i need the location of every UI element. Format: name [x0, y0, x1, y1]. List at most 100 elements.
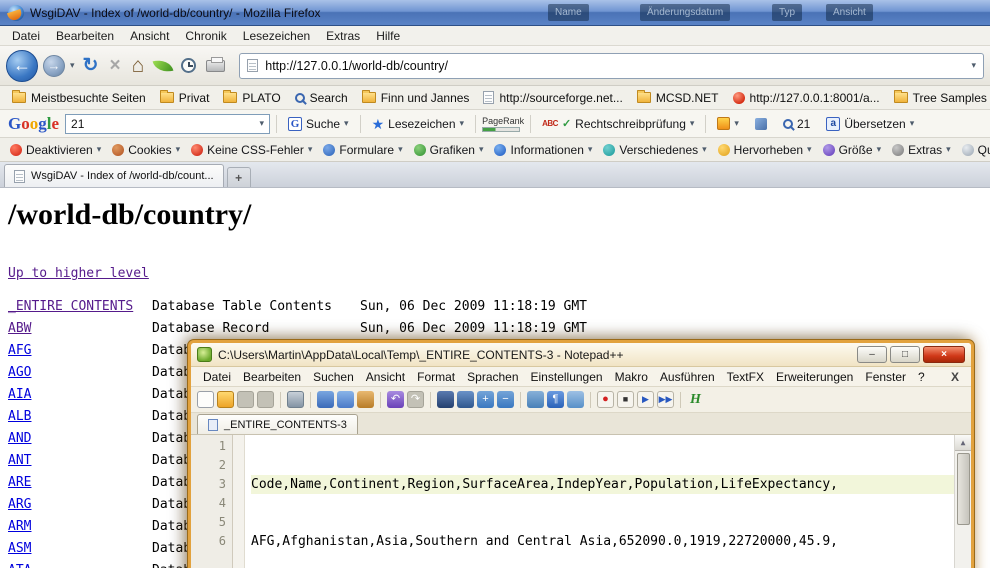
pagerank-indicator[interactable]: PageRank	[482, 116, 524, 132]
maximize-button[interactable]: □	[890, 346, 920, 363]
np-menu-einstellungen[interactable]: Einstellungen	[525, 369, 609, 385]
editor-area[interactable]: 1 2 3 4 5 6 Code,Name,Continent,Region,S…	[191, 435, 971, 568]
home-button[interactable]: ⌂	[129, 55, 148, 76]
bookmark-mcsd-net[interactable]: MCSD.NET	[631, 89, 725, 107]
entry-link[interactable]: ARM	[8, 516, 31, 538]
webdev-hervorheben[interactable]: Hervorheben ▾	[713, 141, 817, 159]
np-menu-fenster[interactable]: Fenster	[859, 369, 912, 385]
entry-link[interactable]: ARG	[8, 494, 31, 516]
save-all-icon[interactable]	[257, 391, 274, 408]
stop-macro-icon[interactable]: ■	[617, 391, 634, 408]
entry-link[interactable]: ARE	[8, 472, 31, 494]
entry-link[interactable]: AGO	[8, 362, 31, 384]
menu-extras[interactable]: Extras	[318, 27, 368, 45]
tab-wsgidav-index[interactable]: WsgiDAV - Index of /world-db/count...	[4, 164, 224, 187]
copy-icon[interactable]	[337, 391, 354, 408]
close-document-x[interactable]: X	[945, 370, 965, 384]
webdev-groesse[interactable]: Größe ▾	[818, 141, 887, 159]
text-content[interactable]: Code,Name,Continent,Region,SurfaceArea,I…	[245, 435, 954, 568]
menu-hilfe[interactable]: Hilfe	[368, 27, 408, 45]
url-bar[interactable]: http://127.0.0.1/world-db/country/ ▾	[239, 53, 984, 79]
entry-link[interactable]: ABW	[8, 318, 31, 340]
np-menu-textfx[interactable]: TextFX	[721, 369, 770, 385]
entry-link[interactable]: ATA	[8, 560, 31, 568]
np-menu-help[interactable]: ?	[912, 369, 931, 385]
zoom-out-icon[interactable]: −	[497, 391, 514, 408]
entry-link[interactable]: ALB	[8, 406, 31, 428]
print-icon[interactable]	[206, 60, 225, 72]
webdev-formulare[interactable]: Formulare ▾	[318, 141, 407, 159]
search-dropdown-icon[interactable]: ▾	[259, 118, 264, 129]
textfx-icon[interactable]: H	[687, 391, 704, 408]
entry-link[interactable]: ANT	[8, 450, 31, 472]
google-search-button[interactable]: G Suche ▾	[283, 115, 354, 133]
menu-ansicht[interactable]: Ansicht	[122, 27, 177, 45]
minimize-button[interactable]: –	[857, 346, 887, 363]
forward-button[interactable]: →	[43, 55, 65, 77]
open-file-icon[interactable]	[217, 391, 234, 408]
indent-guide-icon[interactable]	[567, 391, 584, 408]
webdev-informationen[interactable]: Informationen ▾	[489, 141, 597, 159]
reload-button[interactable]: ↻	[80, 56, 102, 75]
history-clock-icon[interactable]	[181, 58, 196, 73]
bookmark-plato[interactable]: PLATO	[217, 89, 286, 107]
translate-button[interactable]: a Übersetzen ▾	[821, 115, 919, 133]
np-menu-makro[interactable]: Makro	[609, 369, 654, 385]
play-macro-icon[interactable]: ▶	[637, 391, 654, 408]
replace-icon[interactable]	[457, 391, 474, 408]
bookmark-meistbesuchte-seiten[interactable]: Meistbesuchte Seiten	[6, 89, 152, 107]
scrollbar-thumb[interactable]	[957, 453, 970, 525]
new-tab-button[interactable]: +	[227, 167, 251, 187]
url-text[interactable]: http://127.0.0.1/world-db/country/	[265, 59, 448, 73]
webdev-css-fehler[interactable]: Keine CSS-Fehler ▾	[186, 141, 317, 159]
menu-lesezeichen[interactable]: Lesezeichen	[235, 27, 318, 45]
menu-chronik[interactable]: Chronik	[177, 27, 234, 45]
entry-link[interactable]: AIA	[8, 384, 31, 406]
bookmark-privat[interactable]: Privat	[154, 89, 216, 107]
bookmark-tree-samples[interactable]: Tree Samples	[888, 89, 990, 107]
spellcheck-button[interactable]: ABC ✓ Rechtschreibprüfung ▾	[537, 115, 699, 133]
scroll-up-arrow[interactable]: ▲	[955, 435, 972, 451]
np-menu-suchen[interactable]: Suchen	[307, 369, 360, 385]
paste-icon[interactable]	[357, 391, 374, 408]
save-icon[interactable]	[237, 391, 254, 408]
notepad-titlebar[interactable]: C:\Users\Martin\AppData\Local\Temp\_ENTI…	[191, 343, 971, 367]
np-menu-bearbeiten[interactable]: Bearbeiten	[237, 369, 307, 385]
bookmark-localhost-8001[interactable]: http://127.0.0.1:8001/a...	[727, 89, 886, 107]
cut-icon[interactable]	[317, 391, 334, 408]
redo-icon[interactable]: ↷	[407, 391, 424, 408]
vertical-scrollbar[interactable]: ▲	[954, 435, 971, 568]
webdev-deaktivieren[interactable]: Deaktivieren ▾	[5, 141, 106, 159]
entry-link[interactable]: AND	[8, 428, 31, 450]
google-bookmarks-button[interactable]: ★ Lesezeichen ▾	[367, 115, 469, 133]
find-icon[interactable]	[437, 391, 454, 408]
np-menu-sprachen[interactable]: Sprachen	[461, 369, 524, 385]
print-icon[interactable]	[287, 391, 304, 408]
menu-bearbeiten[interactable]: Bearbeiten	[48, 27, 122, 45]
entry-link[interactable]: _ENTIRE CONTENTS	[8, 296, 133, 318]
zoom-in-icon[interactable]: +	[477, 391, 494, 408]
run-macro-multiple-icon[interactable]: ▶▶	[657, 391, 674, 408]
url-dropdown-icon[interactable]: ▾	[971, 60, 976, 71]
google-search-input[interactable]: 21 ▾	[65, 114, 270, 134]
new-file-icon[interactable]	[197, 391, 214, 408]
autofill-button[interactable]	[750, 116, 772, 132]
np-menu-erweiterungen[interactable]: Erweiterungen	[770, 369, 859, 385]
history-dropdown-icon[interactable]: ▾	[70, 60, 75, 71]
np-menu-ansicht[interactable]: Ansicht	[360, 369, 411, 385]
up-to-higher-level-link[interactable]: Up to higher level	[8, 266, 149, 281]
np-menu-datei[interactable]: Datei	[197, 369, 237, 385]
back-button[interactable]: ←	[6, 50, 38, 82]
undo-icon[interactable]: ↶	[387, 391, 404, 408]
np-menu-ausfuehren[interactable]: Ausführen	[654, 369, 721, 385]
record-macro-icon[interactable]: ●	[597, 391, 614, 408]
webdev-extras[interactable]: Extras ▾	[887, 141, 956, 159]
bookmark-finn-und-jannes[interactable]: Finn und Jannes	[356, 89, 476, 107]
webdev-grafiken[interactable]: Grafiken ▾	[409, 141, 489, 159]
entry-link[interactable]: AFG	[8, 340, 31, 362]
feather-extension-icon[interactable]	[153, 57, 174, 75]
bookmark-sourceforge[interactable]: http://sourceforge.net...	[477, 89, 628, 107]
webdev-quelltext[interactable]: Quelltext	[957, 141, 990, 159]
document-tab[interactable]: _ENTIRE_CONTENTS-3	[197, 414, 358, 434]
highlight-button[interactable]: ▾	[712, 115, 744, 132]
